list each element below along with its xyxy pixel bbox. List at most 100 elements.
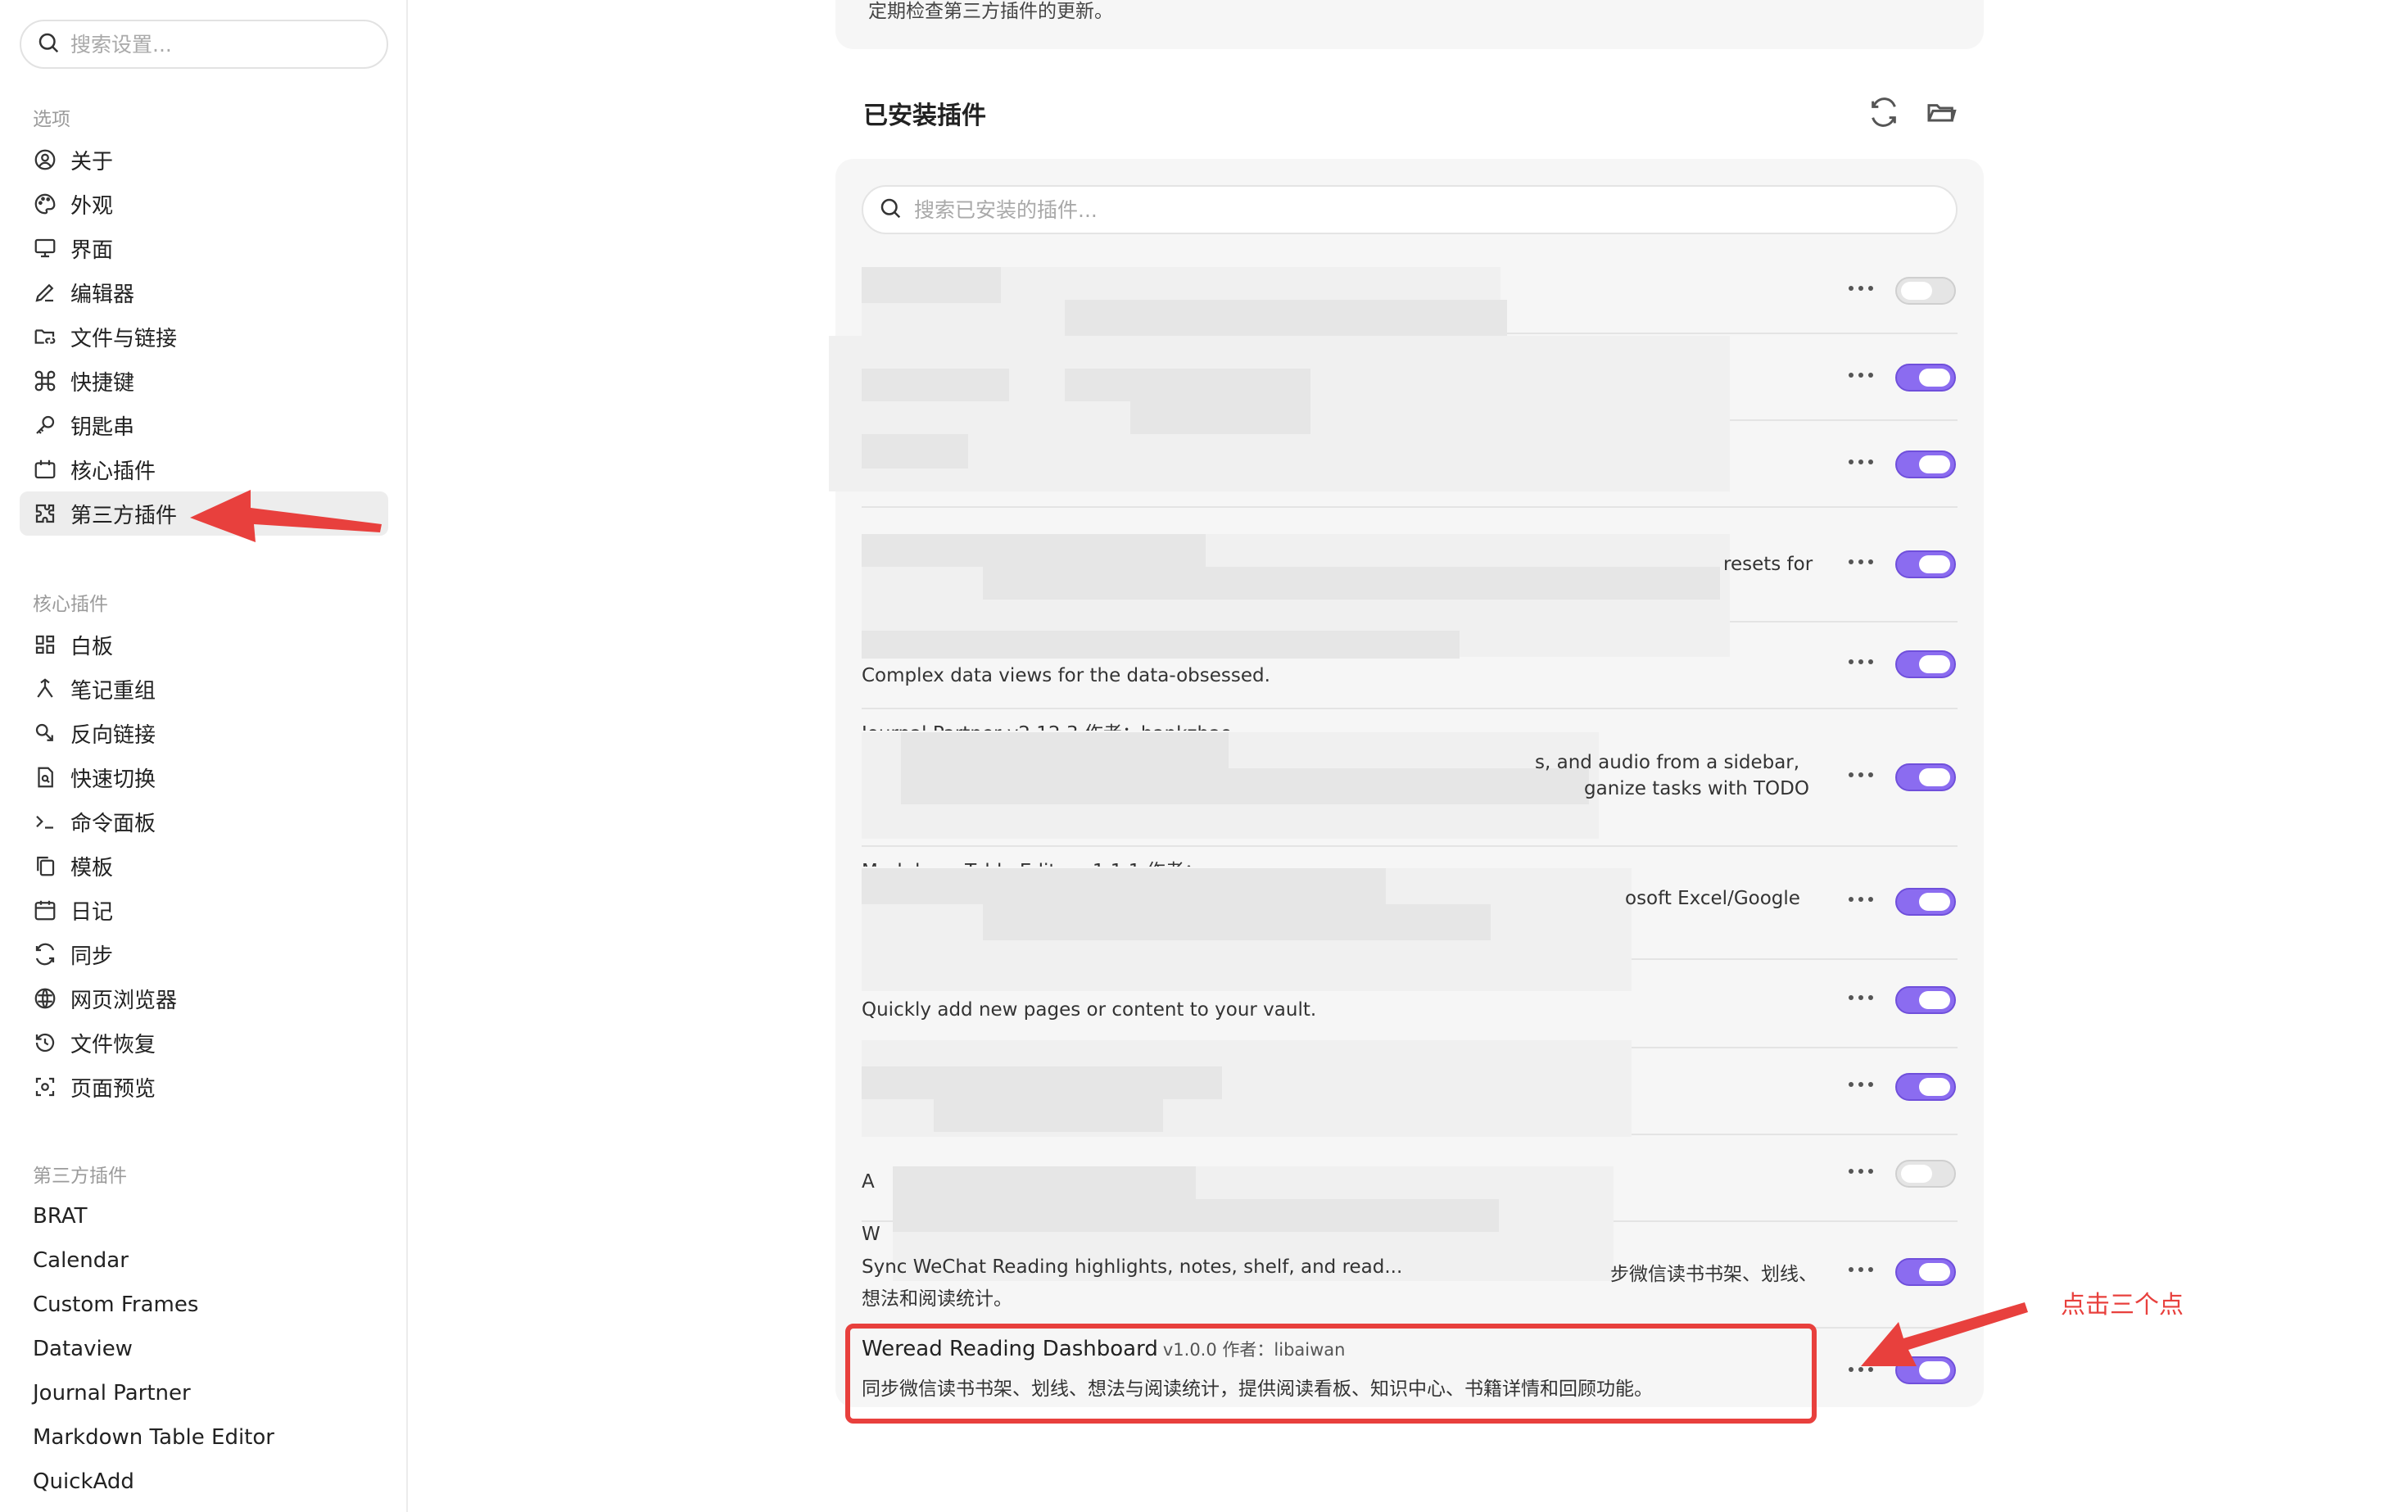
- sidebar-item-label: 编辑器: [70, 282, 135, 307]
- pixelated-content: [983, 567, 1720, 600]
- sidebar-item-daily-notes[interactable]: 日记: [20, 888, 388, 932]
- group-title-core-plugins: 核心插件: [33, 594, 108, 615]
- pixelated-content: [862, 534, 1206, 567]
- user-circle-icon: [33, 147, 57, 172]
- sidebar-item-command-palette[interactable]: 命令面板: [20, 799, 388, 844]
- settings-search-input[interactable]: [70, 32, 382, 57]
- copy-icon: [33, 853, 57, 878]
- sidebar-item-label: 日记: [70, 899, 114, 925]
- pen-icon: [33, 280, 57, 305]
- plugin-enable-toggle[interactable]: [1895, 1160, 1956, 1188]
- sidebar-item-templates[interactable]: 模板: [20, 844, 388, 888]
- sidebar-item-page-preview[interactable]: 页面预览: [20, 1065, 388, 1109]
- plugin-more-options-button[interactable]: [1844, 988, 1877, 1007]
- sidebar-item-note-composer[interactable]: 笔记重组: [20, 667, 388, 711]
- sidebar-item-sync[interactable]: 同步: [20, 932, 388, 976]
- settings-window: 选项 关于 外观 界面 编辑器 文件与链接: [0, 0, 2408, 1512]
- sidebar-item-file-recovery[interactable]: 文件恢复: [20, 1021, 388, 1065]
- plugin-more-options-button[interactable]: [1844, 890, 1877, 909]
- more-dots-icon: [1849, 1082, 1873, 1087]
- plugin-more-options-button[interactable]: [1844, 552, 1877, 572]
- more-dots-icon: [1849, 659, 1873, 664]
- palette-icon: [33, 192, 57, 216]
- plugin-enable-toggle[interactable]: [1895, 277, 1956, 305]
- settings-sidebar: 选项 关于 外观 界面 编辑器 文件与链接: [0, 0, 408, 1512]
- plugin-more-options-button[interactable]: [1844, 652, 1877, 672]
- plugin-more-options-button[interactable]: [1844, 1075, 1877, 1094]
- annotation-label: 点击三个点: [2061, 1291, 2184, 1320]
- plugin-enable-toggle[interactable]: [1895, 364, 1956, 392]
- sidebar-item-label: 关于: [70, 149, 114, 174]
- more-dots-icon: [1849, 373, 1873, 378]
- plugin-enable-toggle[interactable]: [1895, 650, 1956, 678]
- weread-more-options-button[interactable]: [1844, 1360, 1877, 1379]
- sidebar-item-interface[interactable]: 界面: [20, 226, 388, 270]
- plugin-description-fragment: ganize tasks with TODO: [1584, 778, 1809, 799]
- sidebar-item-community-plugins[interactable]: 第三方插件: [20, 491, 388, 536]
- sidebar-item-canvas[interactable]: 白板: [20, 622, 388, 667]
- more-dots-icon: [1849, 286, 1873, 291]
- sidebar-item-appearance[interactable]: 外观: [20, 182, 388, 226]
- sidebar-item-keychain[interactable]: 钥匙串: [20, 403, 388, 447]
- row-divider: [862, 845, 1958, 847]
- plugin-enable-toggle[interactable]: [1895, 888, 1956, 916]
- sync-icon: [33, 942, 57, 967]
- plugin-more-options-button[interactable]: [1844, 365, 1877, 385]
- sidebar-item-editor[interactable]: 编辑器: [20, 270, 388, 315]
- sidebar-item-backlinks[interactable]: 反向链接: [20, 711, 388, 755]
- plugin-more-options-button[interactable]: [1844, 765, 1877, 785]
- update-check-card: 定期检查第三方插件的更新。: [835, 0, 1984, 49]
- open-plugins-folder-button[interactable]: [1925, 96, 1958, 129]
- plugin-enable-toggle[interactable]: [1895, 450, 1956, 478]
- search-icon: [878, 196, 903, 224]
- nav-list-community-plugins: BRAT Calendar Custom Frames Dataview Jou…: [20, 1194, 388, 1504]
- installed-plugins-search-input[interactable]: [914, 197, 1897, 222]
- toggle-knob: [1919, 768, 1950, 786]
- folder-open-icon: [1927, 104, 1957, 122]
- installed-plugins-search-box[interactable]: [862, 185, 1958, 234]
- sidebar-item-label: 文件与链接: [70, 326, 178, 351]
- plugin-enable-toggle[interactable]: [1895, 986, 1956, 1014]
- sidebar-item-quickadd[interactable]: QuickAdd: [20, 1460, 388, 1504]
- pixelated-content: [901, 732, 1229, 768]
- sidebar-item-web-viewer[interactable]: 网页浏览器: [20, 976, 388, 1021]
- weread-highlight-box: [845, 1324, 1817, 1424]
- more-dots-icon: [1849, 995, 1873, 1000]
- weread-enable-toggle[interactable]: [1895, 1356, 1956, 1384]
- pixelated-content: [893, 1166, 1196, 1199]
- pixelated-content: [1065, 369, 1310, 401]
- puzzle-icon: [33, 501, 57, 526]
- sidebar-item-calendar[interactable]: Calendar: [20, 1238, 388, 1283]
- pixelated-content: [862, 369, 1009, 401]
- sidebar-item-markdown-table-editor[interactable]: Markdown Table Editor: [20, 1415, 388, 1460]
- sidebar-item-label: 笔记重组: [70, 678, 156, 704]
- sidebar-item-hotkeys[interactable]: 快捷键: [20, 359, 388, 403]
- preview-icon: [33, 1075, 57, 1099]
- plugin-more-options-button[interactable]: [1844, 452, 1877, 472]
- plugin-more-options-button[interactable]: [1844, 278, 1877, 298]
- pixelated-content: [1130, 401, 1310, 434]
- sidebar-item-label: 快速切换: [70, 767, 156, 792]
- plugin-enable-toggle[interactable]: [1895, 763, 1956, 791]
- toggle-knob: [1919, 1263, 1950, 1281]
- plugin-enable-toggle[interactable]: [1895, 550, 1956, 578]
- plugin-title-fragment: Journal Partner v2.12.3 作者：hankzhao: [862, 718, 1232, 731]
- sidebar-item-about[interactable]: 关于: [20, 138, 388, 182]
- sidebar-item-custom-frames[interactable]: Custom Frames: [20, 1283, 388, 1327]
- sidebar-item-dataview[interactable]: Dataview: [20, 1327, 388, 1371]
- plugin-enable-toggle[interactable]: [1895, 1258, 1956, 1286]
- sidebar-item-quick-switcher[interactable]: 快速切换: [20, 755, 388, 799]
- calendar-icon: [33, 898, 57, 922]
- pixelated-content: [1065, 300, 1507, 336]
- command-icon: [33, 369, 57, 393]
- plugin-enable-toggle[interactable]: [1895, 1073, 1956, 1101]
- sidebar-item-journal-partner[interactable]: Journal Partner: [20, 1371, 388, 1415]
- plugin-more-options-button[interactable]: [1844, 1161, 1877, 1181]
- plugin-more-options-button[interactable]: [1844, 1260, 1877, 1279]
- sidebar-item-brat[interactable]: BRAT: [20, 1194, 388, 1238]
- reload-plugins-button[interactable]: [1867, 96, 1900, 129]
- sidebar-item-core-plugins[interactable]: 核心插件: [20, 447, 388, 491]
- settings-search-box[interactable]: [20, 20, 388, 69]
- sidebar-item-files-links[interactable]: 文件与链接: [20, 315, 388, 359]
- toggle-knob: [1919, 655, 1950, 673]
